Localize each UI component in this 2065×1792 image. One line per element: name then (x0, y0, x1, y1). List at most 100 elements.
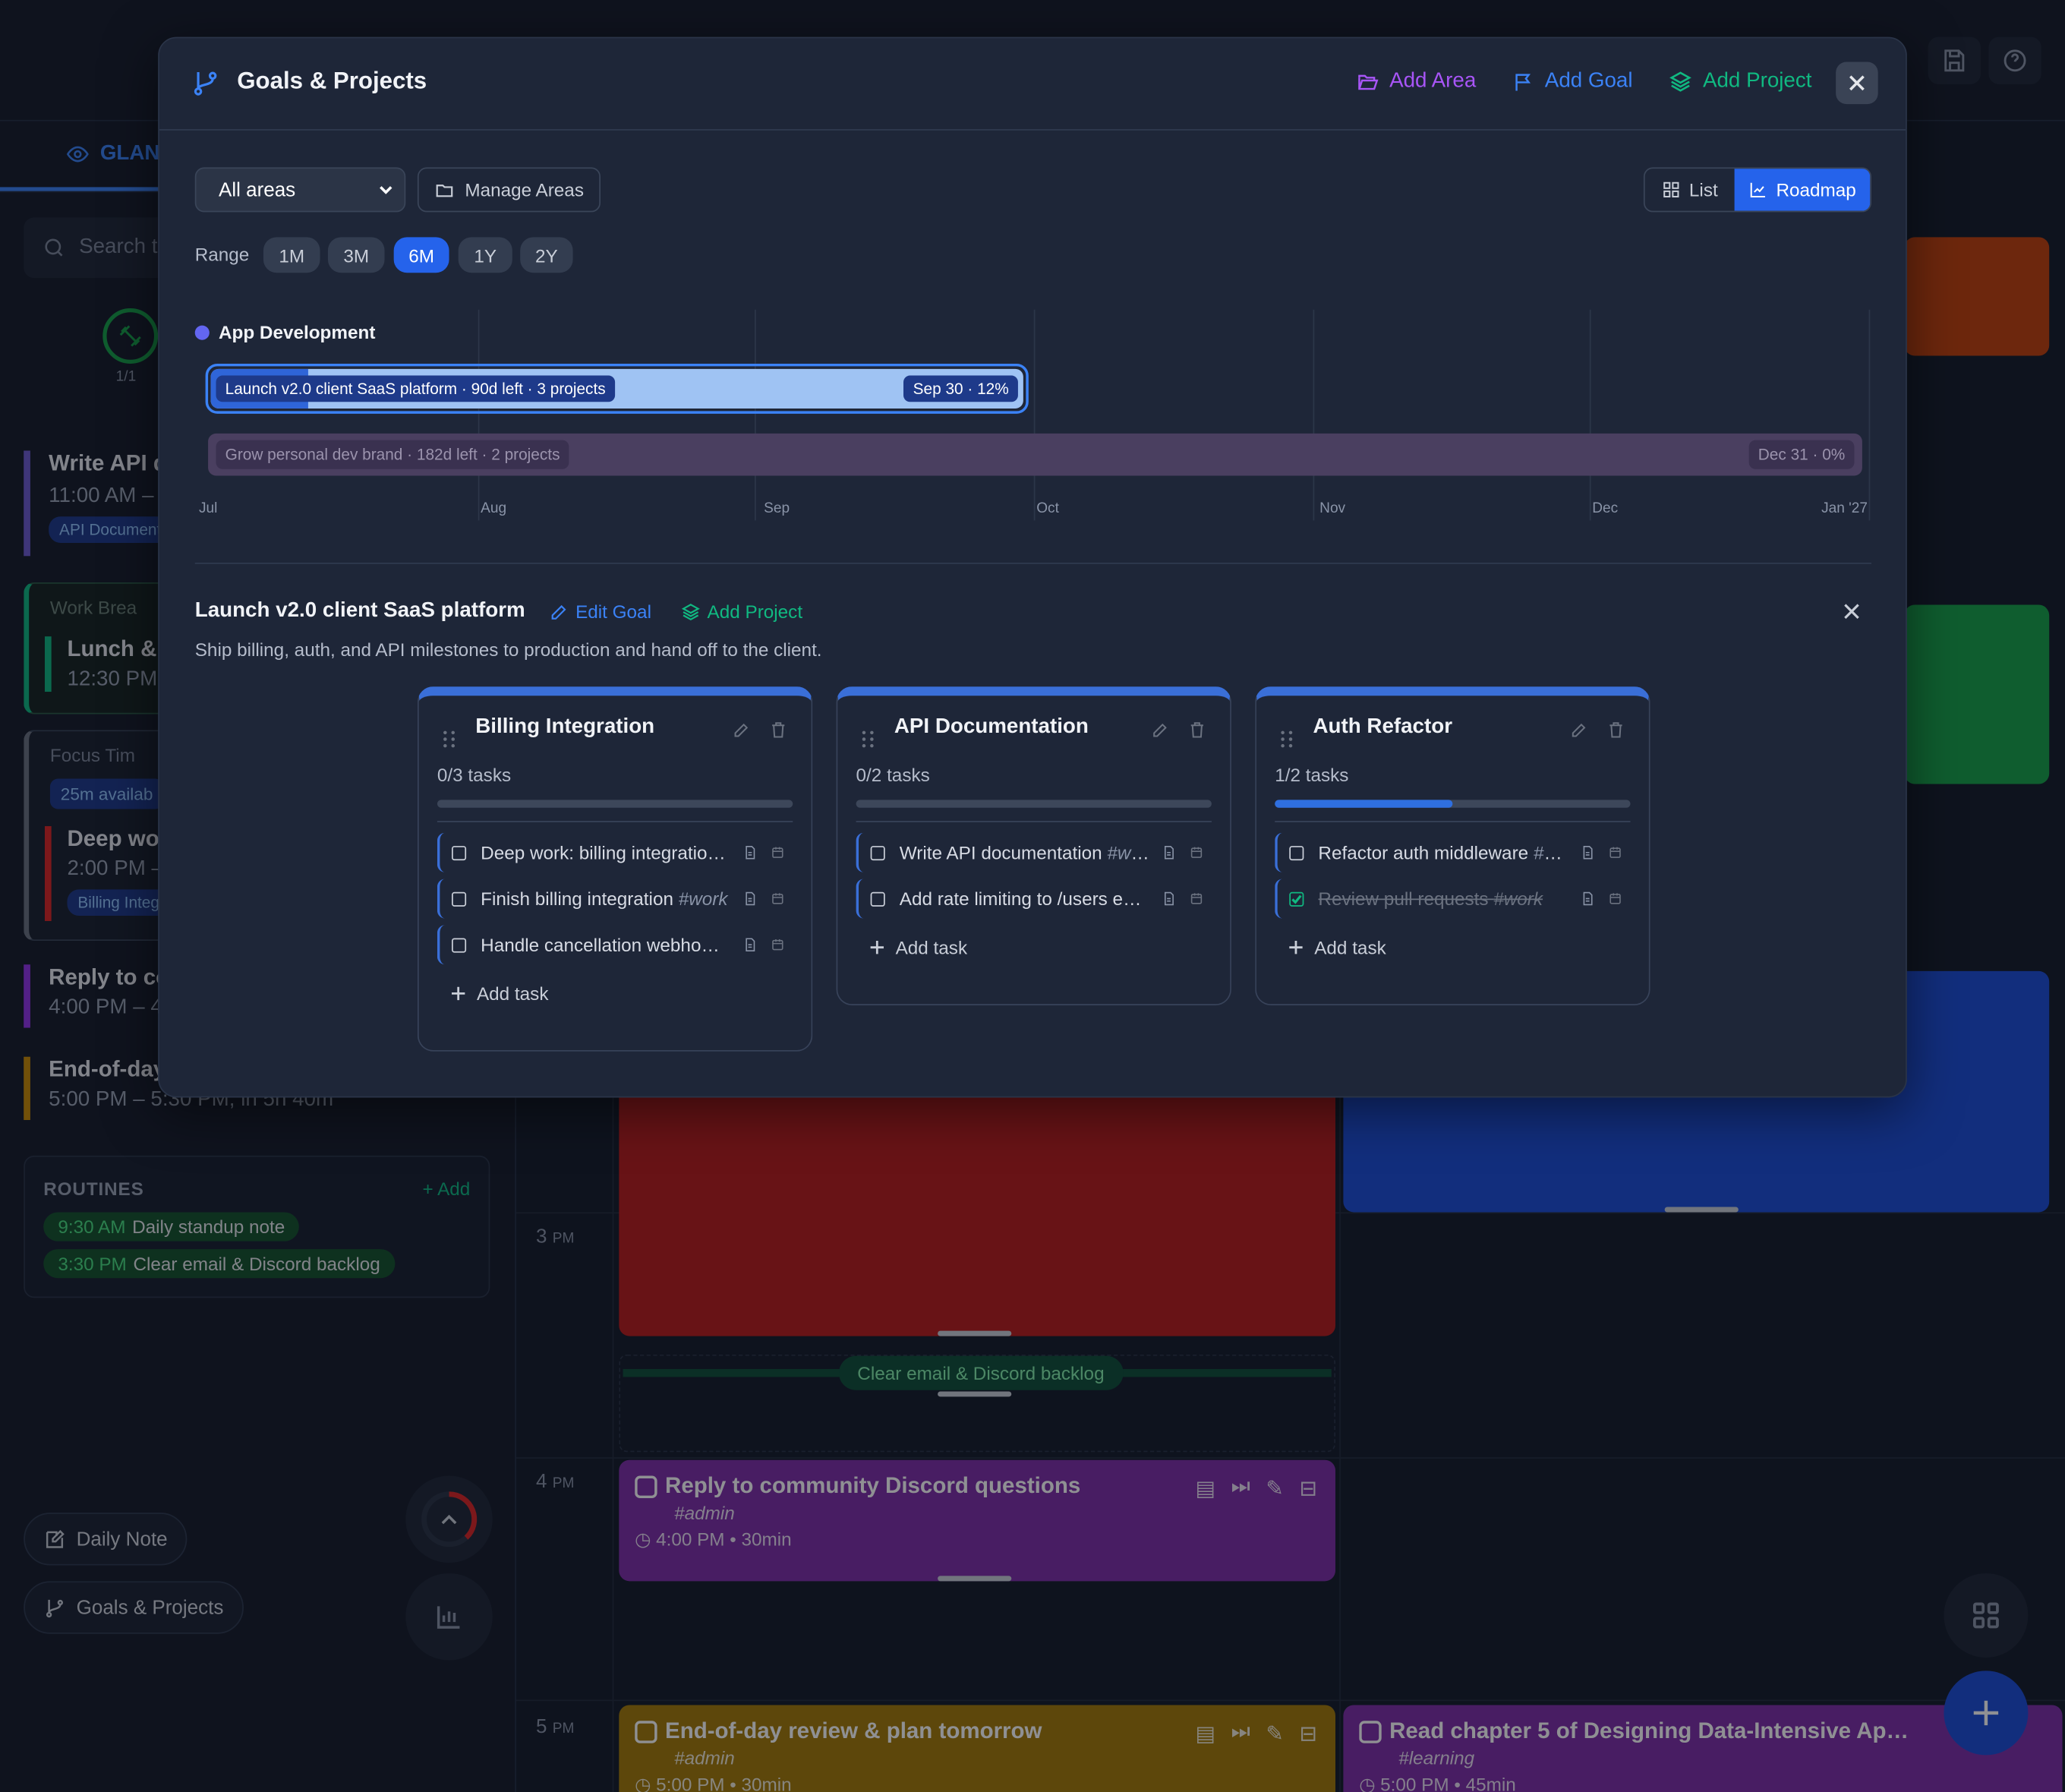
task-text: Add rate limiting to /users e… (900, 888, 1151, 910)
trash-icon[interactable] (769, 721, 787, 739)
task-text: Deep work: billing integration… (481, 842, 732, 863)
project-task-count: 0/3 tasks (437, 764, 512, 786)
task-row[interactable]: Refactor auth middleware #w… (1275, 832, 1630, 872)
note-icon[interactable] (1581, 844, 1595, 860)
task-checkbox[interactable] (870, 891, 885, 907)
calendar-icon[interactable] (1608, 844, 1622, 860)
view-roadmap-button[interactable]: Roadmap (1734, 169, 1871, 211)
goals-projects-modal: Goals & Projects Add Area Add Goal Add P… (158, 36, 1907, 1098)
grid-line (1589, 309, 1591, 521)
add-goal-button[interactable]: Add Goal (1512, 70, 1633, 93)
goal-bar-end: Dec 31 · 0% (1748, 440, 1855, 469)
note-icon[interactable] (1581, 891, 1595, 907)
task-row[interactable]: Write API documentation #work (856, 832, 1212, 872)
add-area-button[interactable]: Add Area (1357, 69, 1477, 93)
edit-goal-button[interactable]: Edit Goal (549, 601, 651, 622)
area-color-dot (194, 325, 210, 340)
drag-handle-icon[interactable] (443, 730, 456, 748)
add-task-button[interactable]: Add task (869, 937, 1212, 958)
project-task-count: 1/2 tasks (1275, 764, 1349, 786)
layers-icon (1669, 71, 1691, 92)
task-checkbox[interactable] (1289, 845, 1304, 860)
add-task-button[interactable]: Add task (1288, 937, 1631, 958)
task-row[interactable]: Review pull requests #work (1275, 879, 1630, 919)
project-progress-bar (1275, 800, 1631, 808)
view-list-button[interactable]: List (1645, 169, 1735, 211)
note-icon[interactable] (742, 844, 757, 860)
note-icon[interactable] (742, 937, 757, 953)
folder-icon (436, 184, 453, 197)
note-icon[interactable] (1162, 891, 1176, 907)
plus-icon (870, 941, 884, 954)
task-title: Finish billing integration (481, 888, 679, 910)
edit-project-icon[interactable] (1570, 721, 1588, 739)
calendar-icon[interactable] (1608, 891, 1622, 907)
area-filter-select[interactable]: All areas (194, 167, 406, 213)
list-grid-icon (1663, 181, 1679, 198)
goal-bar-label: Launch v2.0 client SaaS platform · 90d l… (216, 375, 615, 402)
task-tag: #work (1107, 841, 1151, 863)
task-checkbox[interactable] (452, 845, 467, 860)
edit-goal-label: Edit Goal (575, 601, 651, 623)
goal-bar-selected[interactable]: Launch v2.0 client SaaS platform · 90d l… (205, 363, 1029, 414)
grid-line (1033, 309, 1036, 521)
note-icon[interactable] (742, 891, 757, 907)
pencil-icon (551, 604, 566, 619)
month-label: Oct (1036, 500, 1059, 517)
calendar-icon[interactable] (1189, 891, 1203, 907)
close-modal-button[interactable] (1836, 62, 1878, 105)
edit-project-icon[interactable] (732, 721, 750, 739)
edit-project-icon[interactable] (1151, 721, 1169, 739)
layers-icon (681, 603, 700, 620)
area-name: App Development (218, 321, 376, 343)
project-card[interactable]: Auth Refactor 1/2 tasks Refactor auth mi… (1255, 686, 1650, 1006)
add-task-button[interactable]: Add task (450, 983, 793, 1005)
month-label: Nov (1319, 500, 1346, 517)
task-row[interactable]: Add rate limiting to /users e… (856, 879, 1212, 919)
trash-icon[interactable] (1188, 721, 1206, 739)
plus-icon (1289, 941, 1303, 954)
add-project-button[interactable]: Add Project (1669, 70, 1811, 93)
add-area-label: Add Area (1389, 69, 1477, 93)
task-row[interactable]: Finish billing integration #work (437, 879, 793, 919)
calendar-icon[interactable] (771, 891, 785, 907)
range-1m[interactable]: 1M (263, 237, 320, 273)
task-checkbox[interactable] (452, 937, 467, 952)
range-6m[interactable]: 6M (393, 237, 449, 273)
grid-line (478, 309, 480, 521)
task-tag: #w… (1533, 841, 1570, 863)
add-task-label: Add task (895, 936, 968, 958)
goal-bar[interactable]: Grow personal dev brand · 182d left · 2 … (208, 433, 1862, 476)
note-icon[interactable] (1162, 844, 1176, 860)
manage-areas-button[interactable]: Manage Areas (417, 167, 601, 213)
drag-handle-icon[interactable] (861, 730, 874, 748)
task-row[interactable]: Handle cancellation webho… (437, 925, 793, 965)
task-checkbox-checked[interactable] (1289, 891, 1304, 907)
project-task-count: 0/2 tasks (856, 764, 930, 786)
project-name: API Documentation (894, 715, 1089, 738)
project-card[interactable]: API Documentation 0/2 tasks Write API do… (836, 686, 1231, 1006)
trash-icon[interactable] (1606, 721, 1625, 739)
drag-handle-icon[interactable] (1280, 730, 1293, 748)
month-label: Aug (481, 500, 507, 517)
task-row[interactable]: Deep work: billing integration… (437, 832, 793, 872)
project-name: Auth Refactor (1313, 715, 1452, 738)
plus-icon (452, 986, 465, 1001)
project-card[interactable]: Billing Integration 0/3 tasks Deep work:… (417, 686, 813, 1052)
range-1y[interactable]: 1Y (458, 237, 512, 273)
calendar-icon[interactable] (1189, 844, 1203, 860)
view-toggle: List Roadmap (1643, 167, 1872, 213)
range-2y[interactable]: 2Y (520, 237, 573, 273)
calendar-icon[interactable] (771, 844, 785, 860)
calendar-icon[interactable] (771, 937, 785, 953)
project-name: Billing Integration (475, 715, 655, 738)
goal-description: Ship billing, auth, and API milestones t… (194, 639, 822, 661)
task-checkbox[interactable] (870, 845, 885, 860)
range-3m[interactable]: 3M (327, 237, 385, 273)
close-detail-icon[interactable] (1843, 602, 1861, 620)
flag-icon (1515, 73, 1531, 90)
add-task-label: Add task (476, 983, 549, 1005)
modal-title: Goals & Projects (237, 67, 427, 94)
task-checkbox[interactable] (452, 891, 467, 907)
goal-add-project-button[interactable]: Add Project (681, 601, 802, 622)
